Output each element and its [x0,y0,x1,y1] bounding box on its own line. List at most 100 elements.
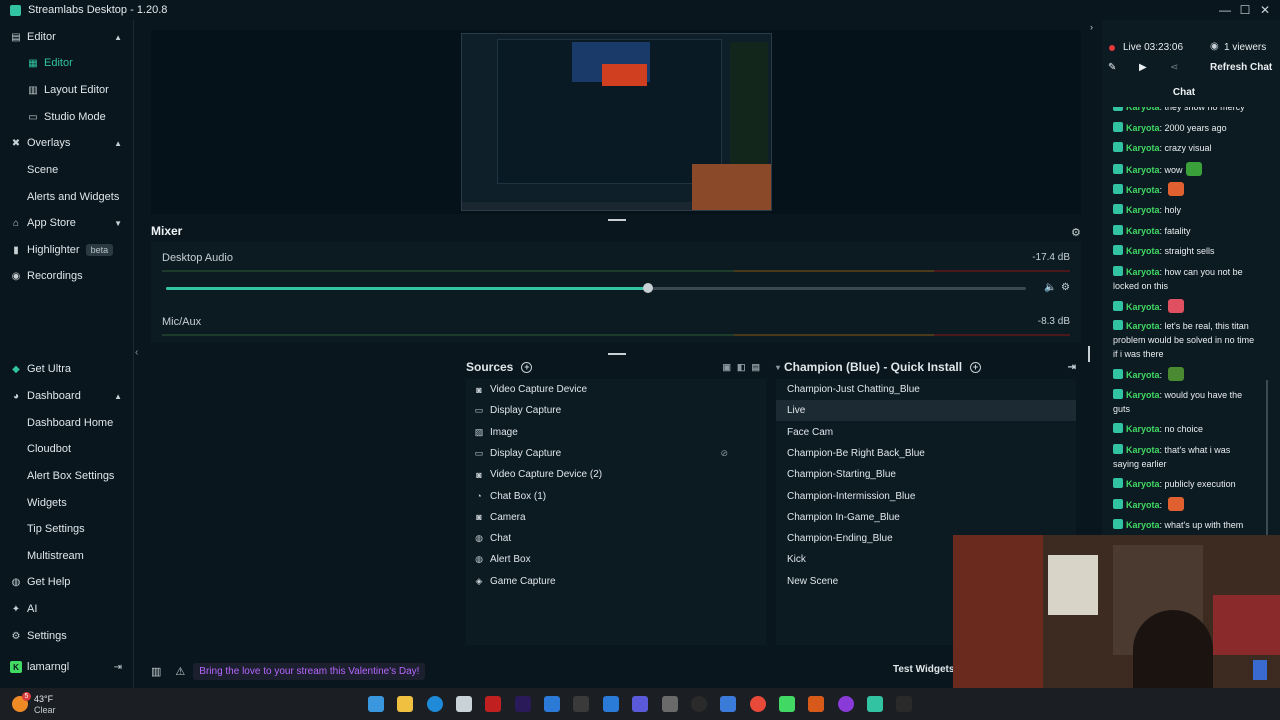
nav-sub-scene[interactable]: Scene [0,159,134,181]
scrollbar-thumb[interactable] [1088,346,1090,362]
video-icon[interactable]: ▶ [1139,62,1147,73]
mixer-settings-icon[interactable]: ⚙ [1071,226,1081,239]
test-widgets-button[interactable]: Test Widgets [893,664,954,675]
scene-item[interactable]: Champion-Intermission_Blue [776,486,1076,507]
chat-username[interactable]: Karyota [1126,143,1160,153]
nav-sub-multistream[interactable]: Multistream [0,545,134,567]
chat-username[interactable]: Karyota [1126,479,1160,489]
nav-settings[interactable]: ⚙ Settings [0,625,134,647]
logout-icon[interactable]: ⇥ [114,662,122,673]
source-item[interactable]: ▭ Display Capture ⊘ [466,443,766,464]
app4-icon[interactable] [838,696,854,712]
chevron-down-icon[interactable]: ▾ [776,363,780,372]
scene-transition-icon[interactable]: ⇥ [1068,362,1076,373]
nav-highlighter[interactable]: ▮ Highlighter beta [0,239,134,261]
nav-editor[interactable]: ▤ Editor ▲ [0,26,134,48]
chevron-right-icon[interactable]: › [1090,22,1093,32]
scene-item[interactable]: Champion-Be Right Back_Blue [776,443,1076,464]
chat-username[interactable]: Karyota [1126,390,1160,400]
source-item[interactable]: ▨ Image [466,422,766,443]
close-button[interactable]: ✕ [1256,2,1274,18]
scene-item[interactable]: Live [776,400,1076,422]
resize-handle-2[interactable] [608,353,626,355]
chat-scrollbar[interactable] [1266,380,1268,540]
chat-username[interactable]: Karyota [1126,123,1160,133]
edge-icon[interactable] [427,696,443,712]
source-item[interactable]: ◈ Game Capture [466,571,766,592]
kick-icon[interactable] [779,696,795,712]
add-scene-button[interactable]: + [970,361,982,373]
volume-knob[interactable] [642,283,653,293]
nav-get-help[interactable]: ◍ Get Help [0,571,134,593]
chat-username[interactable]: Karyota [1126,205,1160,215]
chat-username[interactable]: Karyota [1126,321,1160,331]
hidden-eye-icon[interactable]: ⊘ [720,448,728,459]
scene-item[interactable]: Champion-Starting_Blue [776,464,1076,485]
chat-username[interactable]: Karyota [1126,445,1160,455]
chat-username[interactable]: Karyota [1126,424,1160,434]
chrome-icon[interactable] [750,696,766,712]
obs-icon[interactable] [691,696,707,712]
source-tools-icon[interactable]: ▣◧▤ [722,362,766,373]
nav-dashboard[interactable]: ◕ Dashboard ▲ [0,385,134,407]
scene-item[interactable]: Champion-Just Chatting_Blue [776,379,1076,400]
calculator-icon[interactable] [662,696,678,712]
source-item[interactable]: ◙ Video Capture Device (2) [466,464,766,485]
chat-username[interactable]: Karyota [1126,267,1160,277]
nav-recordings[interactable]: ◉ Recordings [0,265,134,287]
scene-item[interactable]: Face Cam [776,422,1076,443]
add-source-button[interactable]: + [521,361,533,373]
chat-username[interactable]: Karyota [1126,185,1160,195]
source-item[interactable]: ◔ Chat Box (1) [466,486,766,507]
nav-sub-editor[interactable]: ▦ Editor [0,52,134,74]
share-icon[interactable]: ⋖ [1170,62,1178,73]
nav-sub-alerts-widgets[interactable]: Alerts and Widgets [0,186,134,208]
chat-username[interactable]: Karyota [1126,370,1160,380]
speaker-icon[interactable]: 🔈 [1044,282,1056,293]
nav-overlays[interactable]: ✖ Overlays ▲ [0,132,134,154]
word-icon[interactable] [544,696,560,712]
refresh-chat-button[interactable]: Refresh Chat [1210,62,1272,73]
chat-username[interactable]: Karyota [1126,246,1160,256]
app-icon[interactable] [603,696,619,712]
chat-username[interactable]: Karyota [1126,302,1160,312]
collapse-sidebar-icon[interactable]: ‹ [135,347,138,358]
nav-sub-alert-box-settings[interactable]: Alert Box Settings [0,465,134,487]
channel-gear-icon[interactable]: ⚙ [1061,282,1070,293]
nav-sub-layout-editor[interactable]: ▥ Layout Editor [0,79,134,101]
chat-username[interactable]: Karyota [1126,520,1160,530]
performance-icon[interactable]: ▥ [151,665,161,678]
nav-sub-dashboard-home[interactable]: Dashboard Home [0,412,134,434]
premiere-icon[interactable] [515,696,531,712]
edit-icon[interactable]: ✎ [1108,62,1116,73]
nav-get-ultra[interactable]: ◆ Get Ultra [0,358,134,380]
minimize-button[interactable]: — [1216,2,1234,18]
scene-item[interactable]: Champion In-Game_Blue [776,507,1076,528]
desktop-audio-volume-slider[interactable] [166,283,1026,293]
chat-username[interactable]: Karyota [1126,500,1160,510]
nav-sub-widgets[interactable]: Widgets [0,492,134,514]
nav-sub-studio-mode[interactable]: ▭ Studio Mode [0,106,134,128]
file-explorer-icon[interactable] [397,696,413,712]
chat-username[interactable]: Karyota [1126,165,1160,175]
nav-sub-cloudbot[interactable]: Cloudbot [0,438,134,460]
app3-icon[interactable] [808,696,824,712]
mcafee-icon[interactable] [485,696,501,712]
nav-sub-tip-settings[interactable]: Tip Settings [0,518,134,540]
nav-app-store[interactable]: ⌂ App Store ▼ [0,212,134,234]
store-icon[interactable] [456,696,472,712]
photos-icon[interactable] [720,696,736,712]
start-icon[interactable] [368,696,384,712]
nav-ai[interactable]: ✦ AI [0,598,134,620]
epic-games-icon[interactable] [896,696,912,712]
valentines-banner[interactable]: Bring the love to your stream this Valen… [193,662,426,680]
source-item[interactable]: ◙ Video Capture Device [466,379,766,400]
source-item[interactable]: ▭ Display Capture [466,400,766,421]
source-item[interactable]: ◍ Chat [466,528,766,549]
chat-username[interactable]: Karyota [1126,107,1160,112]
scene-collection-title[interactable]: Champion (Blue) - Quick Install [784,360,962,374]
chat-username[interactable]: Karyota [1126,226,1160,236]
warning-icon[interactable]: ⚠ [175,665,185,678]
app2-icon[interactable] [632,696,648,712]
source-item[interactable]: ◍ Alert Box [466,549,766,570]
